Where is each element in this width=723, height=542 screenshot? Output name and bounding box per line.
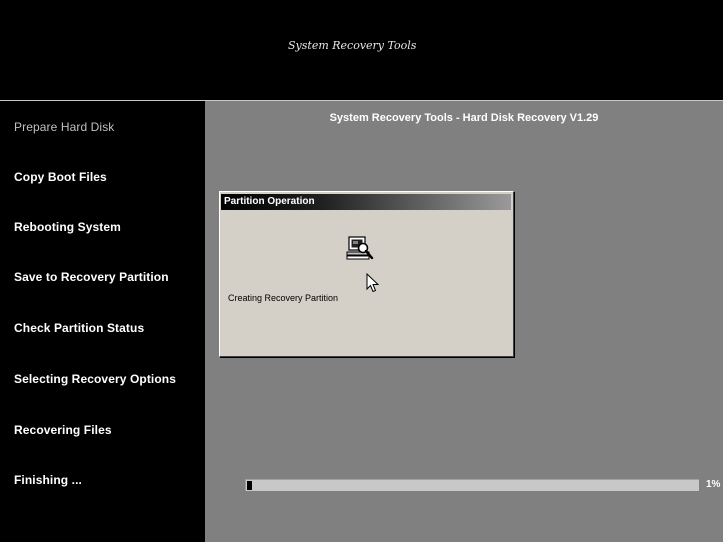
main-panel: System Recovery Tools - Hard Disk Recove… — [205, 101, 723, 542]
app-title: System Recovery Tools — [288, 39, 417, 52]
steps-sidebar: Prepare Hard Disk Copy Boot Files Reboot… — [0, 101, 205, 542]
status-message: Creating Recovery Partition — [228, 293, 339, 303]
step-rebooting-system: Rebooting System — [14, 220, 121, 234]
recovery-screen: System Recovery Tools Prepare Hard Disk … — [0, 0, 723, 542]
dialog-title: Partition Operation — [224, 196, 315, 207]
computer-search-icon — [346, 236, 374, 260]
step-selecting-recovery-options: Selecting Recovery Options — [14, 372, 176, 386]
step-copy-boot-files: Copy Boot Files — [14, 170, 107, 184]
step-save-to-recovery-partition: Save to Recovery Partition — [14, 270, 169, 284]
dialog-titlebar: Partition Operation — [221, 194, 511, 210]
header-bar: System Recovery Tools — [0, 0, 723, 100]
mouse-pointer-icon — [366, 273, 380, 293]
progress-fill — [247, 481, 252, 490]
progress-bar — [245, 479, 699, 491]
progress-percent: 1% — [706, 479, 721, 490]
step-recovering-files: Recovering Files — [14, 423, 112, 437]
step-prepare-hard-disk: Prepare Hard Disk — [14, 120, 115, 134]
step-finishing: Finishing ... — [14, 473, 82, 487]
step-check-partition-status: Check Partition Status — [14, 321, 145, 335]
main-title: System Recovery Tools - Hard Disk Recove… — [329, 112, 599, 124]
